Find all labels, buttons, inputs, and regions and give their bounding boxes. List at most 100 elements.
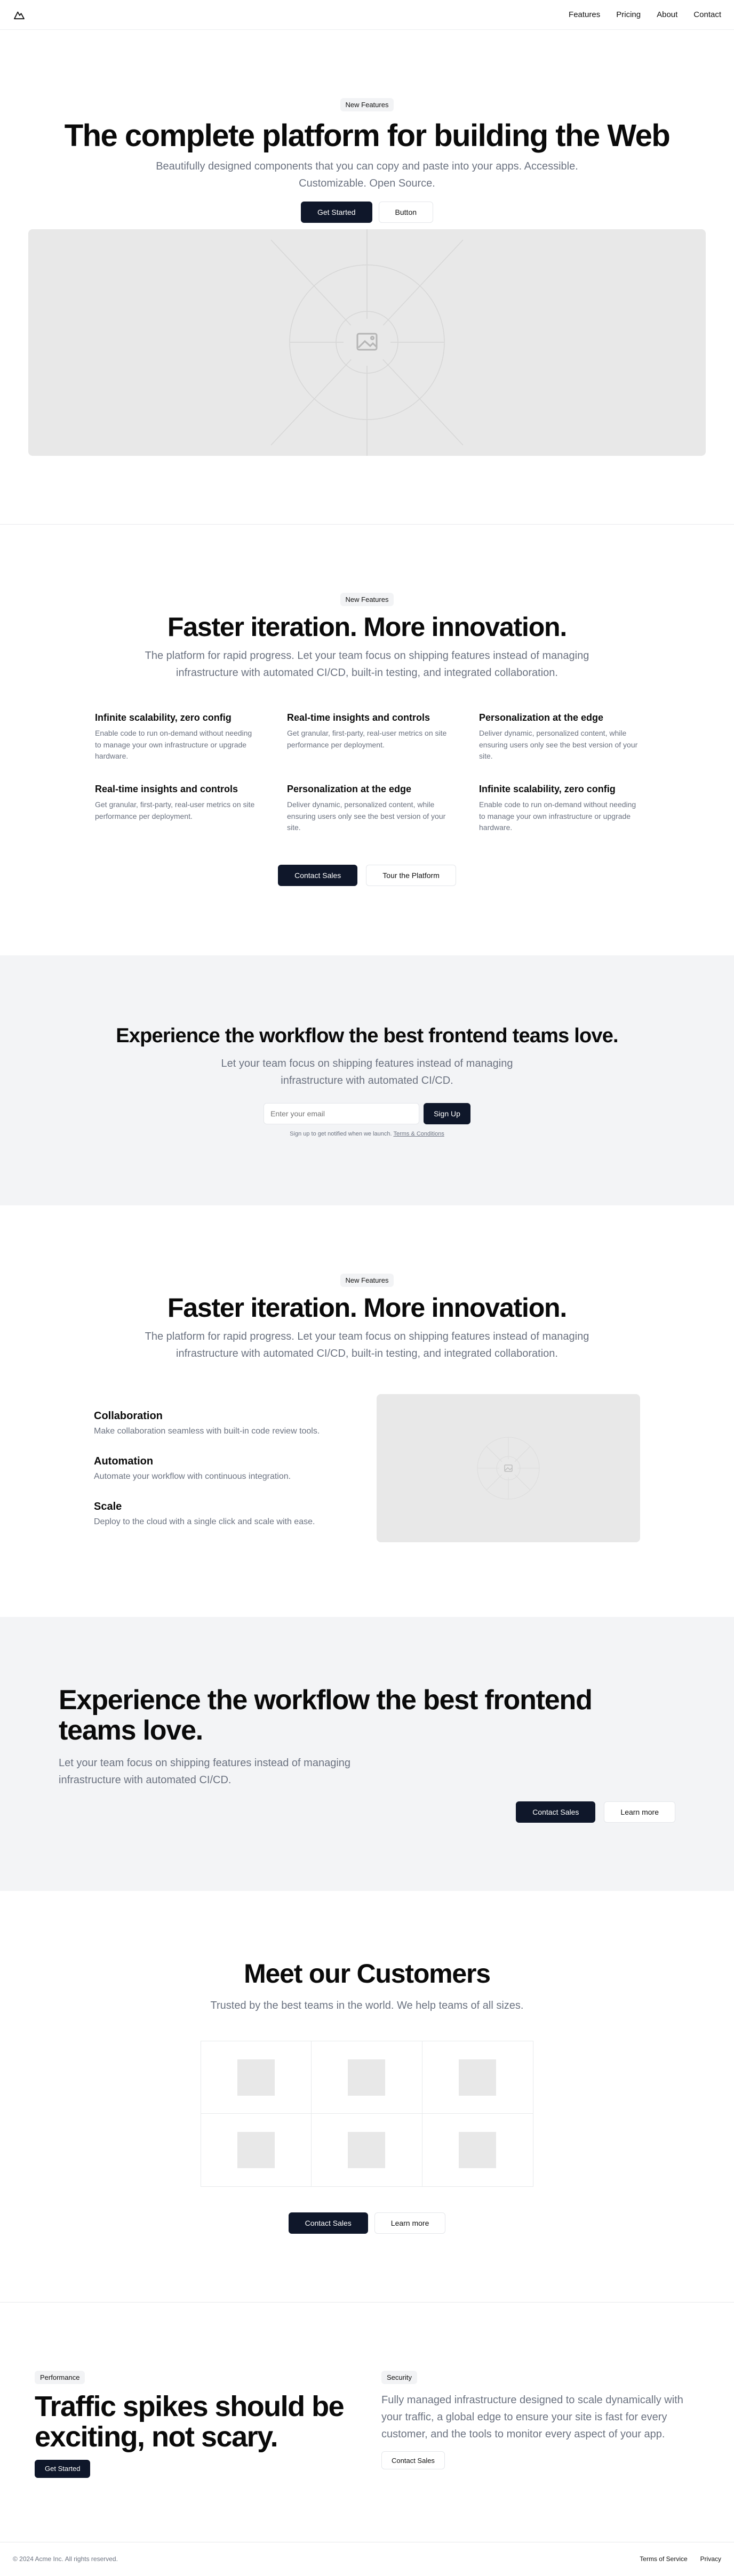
get-started-button[interactable]: Get Started <box>35 2459 91 2478</box>
image-icon <box>237 2059 275 2096</box>
list-item: Automation Automate your workflow with co… <box>94 1455 320 1482</box>
features-title: Faster iteration. More innovation. <box>167 611 567 642</box>
feature-title: Real-time insights and controls <box>287 712 430 723</box>
image-icon <box>348 2059 386 2096</box>
nav-link-pricing[interactable]: Pricing <box>616 10 641 19</box>
mountain-icon[interactable] <box>13 9 26 21</box>
performance-badge: Performance <box>35 2371 85 2385</box>
image-icon <box>459 2059 497 2096</box>
feature-card: Personalization at the edge Deliver dynam… <box>287 784 447 834</box>
features2-subtitle: The platform for rapid progress. Let you… <box>145 1331 589 1360</box>
image-icon <box>477 1437 540 1500</box>
feature-desc: Get granular, first-party, real-user met… <box>95 800 255 820</box>
image-icon <box>348 2132 386 2169</box>
nav-link-features[interactable]: Features <box>569 10 600 19</box>
feature-card: Real-time insights and controls Get granu… <box>287 712 447 762</box>
features-grid: Infinite scalability, zero config Enable … <box>95 712 639 834</box>
customer-logo <box>422 2041 533 2114</box>
features2-title: Faster iteration. More innovation. <box>167 1293 567 1323</box>
features2-badge: New Features <box>340 1274 394 1287</box>
customer-logo <box>312 2041 422 2114</box>
fineprint-text: Sign up to get notified when we launch. <box>290 1131 392 1138</box>
nav-link-contact[interactable]: Contact <box>693 10 721 19</box>
signup-fineprint: Sign up to get notified when we launch. … <box>0 1131 734 1137</box>
item-title: Collaboration <box>94 1410 163 1422</box>
security-badge: Security <box>381 2371 417 2385</box>
contact-sales-button[interactable]: Contact Sales <box>516 1801 596 1823</box>
customers-subtitle: Trusted by the best teams in the world. … <box>210 2000 524 2012</box>
cta-title: Experience the workflow the best fronten… <box>59 1685 593 1746</box>
traffic-title: Traffic spikes should be exciting, not s… <box>35 2390 345 2453</box>
footer-links: Terms of Service Privacy <box>640 2555 721 2563</box>
item-title: Scale <box>94 1500 122 1512</box>
item-desc: Automate your workflow with continuous i… <box>94 1471 291 1481</box>
signup-form: Sign Up <box>0 1103 734 1125</box>
site-header: Features Pricing About Contact <box>0 0 734 30</box>
features-badge: New Features <box>340 592 394 606</box>
learn-more-button[interactable]: Learn more <box>374 2212 446 2234</box>
feature-title: Infinite scalability, zero config <box>479 783 616 794</box>
feature-desc: Get granular, first-party, real-user met… <box>287 728 447 749</box>
customer-logo <box>422 2114 533 2186</box>
feature-list: Collaboration Make collaboration seamless… <box>94 1410 320 1527</box>
tour-platform-button[interactable]: Tour the Platform <box>366 865 456 887</box>
feature-card: Personalization at the edge Deliver dynam… <box>479 712 639 762</box>
feature-desc: Deliver dynamic, personalized content, w… <box>479 728 638 761</box>
terms-link[interactable]: Terms & Conditions <box>393 1131 444 1137</box>
cta-subtitle: Let your team focus on shipping features… <box>59 1757 351 1786</box>
traffic-section: Performance Traffic spikes should be exc… <box>0 2303 734 2541</box>
list-item: Scale Deploy to the cloud with a single c… <box>94 1501 320 1527</box>
feature-desc: Enable code to run on-demand without nee… <box>479 800 636 832</box>
site-footer: © 2024 Acme Inc. All rights reserved. Te… <box>0 2541 734 2576</box>
image-icon <box>270 229 464 456</box>
hero-section: New Features The complete platform for b… <box>0 30 734 524</box>
feature-card: Real-time insights and controls Get granu… <box>95 784 255 834</box>
newsletter-subtitle: Let your team focus on shipping features… <box>221 1058 513 1087</box>
image-icon <box>459 2132 497 2169</box>
traffic-desc: Fully managed infrastructure designed to… <box>381 2394 683 2441</box>
hero-image-placeholder <box>28 229 706 456</box>
contact-sales-button[interactable]: Contact Sales <box>381 2451 445 2470</box>
newsletter-section: Experience the workflow the best fronten… <box>0 955 734 1206</box>
hero-subtitle: Beautifully designed components that you… <box>156 160 578 189</box>
feature-card: Infinite scalability, zero config Enable … <box>479 784 639 834</box>
main-nav: Features Pricing About Contact <box>569 10 721 19</box>
terms-link[interactable]: Terms of Service <box>640 2555 687 2563</box>
feature-desc: Enable code to run on-demand without nee… <box>95 728 252 761</box>
privacy-link[interactable]: Privacy <box>700 2555 721 2563</box>
features-section: New Features Faster iteration. More inno… <box>0 525 734 955</box>
item-desc: Make collaboration seamless with built-i… <box>94 1426 320 1436</box>
feature-image-placeholder <box>377 1394 640 1543</box>
list-item: Collaboration Make collaboration seamless… <box>94 1410 320 1436</box>
feature-title: Personalization at the edge <box>287 783 412 794</box>
customers-title: Meet our Customers <box>244 1959 491 1989</box>
image-icon <box>237 2132 275 2169</box>
item-title: Automation <box>94 1455 154 1467</box>
customer-logo <box>312 2114 422 2187</box>
newsletter-title: Experience the workflow the best fronten… <box>116 1025 618 1048</box>
get-started-button[interactable]: Get Started <box>300 201 372 223</box>
customer-logo-grid <box>201 2041 533 2187</box>
hero-title: The complete platform for building the W… <box>64 118 671 153</box>
contact-sales-button[interactable]: Contact Sales <box>288 2212 368 2234</box>
contact-sales-button[interactable]: Contact Sales <box>278 865 358 887</box>
learn-more-button[interactable]: Learn more <box>604 1801 675 1823</box>
nav-link-about[interactable]: About <box>657 10 677 19</box>
feature-desc: Deliver dynamic, personalized content, w… <box>287 800 446 832</box>
hero-badge: New Features <box>340 98 394 111</box>
item-desc: Deploy to the cloud with a single click … <box>94 1517 315 1526</box>
sign-up-button[interactable]: Sign Up <box>424 1103 470 1125</box>
secondary-button[interactable]: Button <box>378 201 434 223</box>
copyright: © 2024 Acme Inc. All rights reserved. <box>13 2555 118 2563</box>
customer-logo <box>201 2041 312 2114</box>
email-field[interactable] <box>264 1103 420 1125</box>
feature-title: Real-time insights and controls <box>95 783 238 794</box>
features-subtitle: The platform for rapid progress. Let you… <box>145 649 589 679</box>
features-split-section: New Features Faster iteration. More inno… <box>0 1205 734 1617</box>
feature-title: Infinite scalability, zero config <box>95 712 232 723</box>
customers-section: Meet our Customers Trusted by the best t… <box>0 1891 734 2302</box>
feature-card: Infinite scalability, zero config Enable … <box>95 712 255 762</box>
customer-logo <box>201 2114 312 2187</box>
feature-title: Personalization at the edge <box>479 712 604 723</box>
cta-section: Experience the workflow the best fronten… <box>0 1617 734 1891</box>
